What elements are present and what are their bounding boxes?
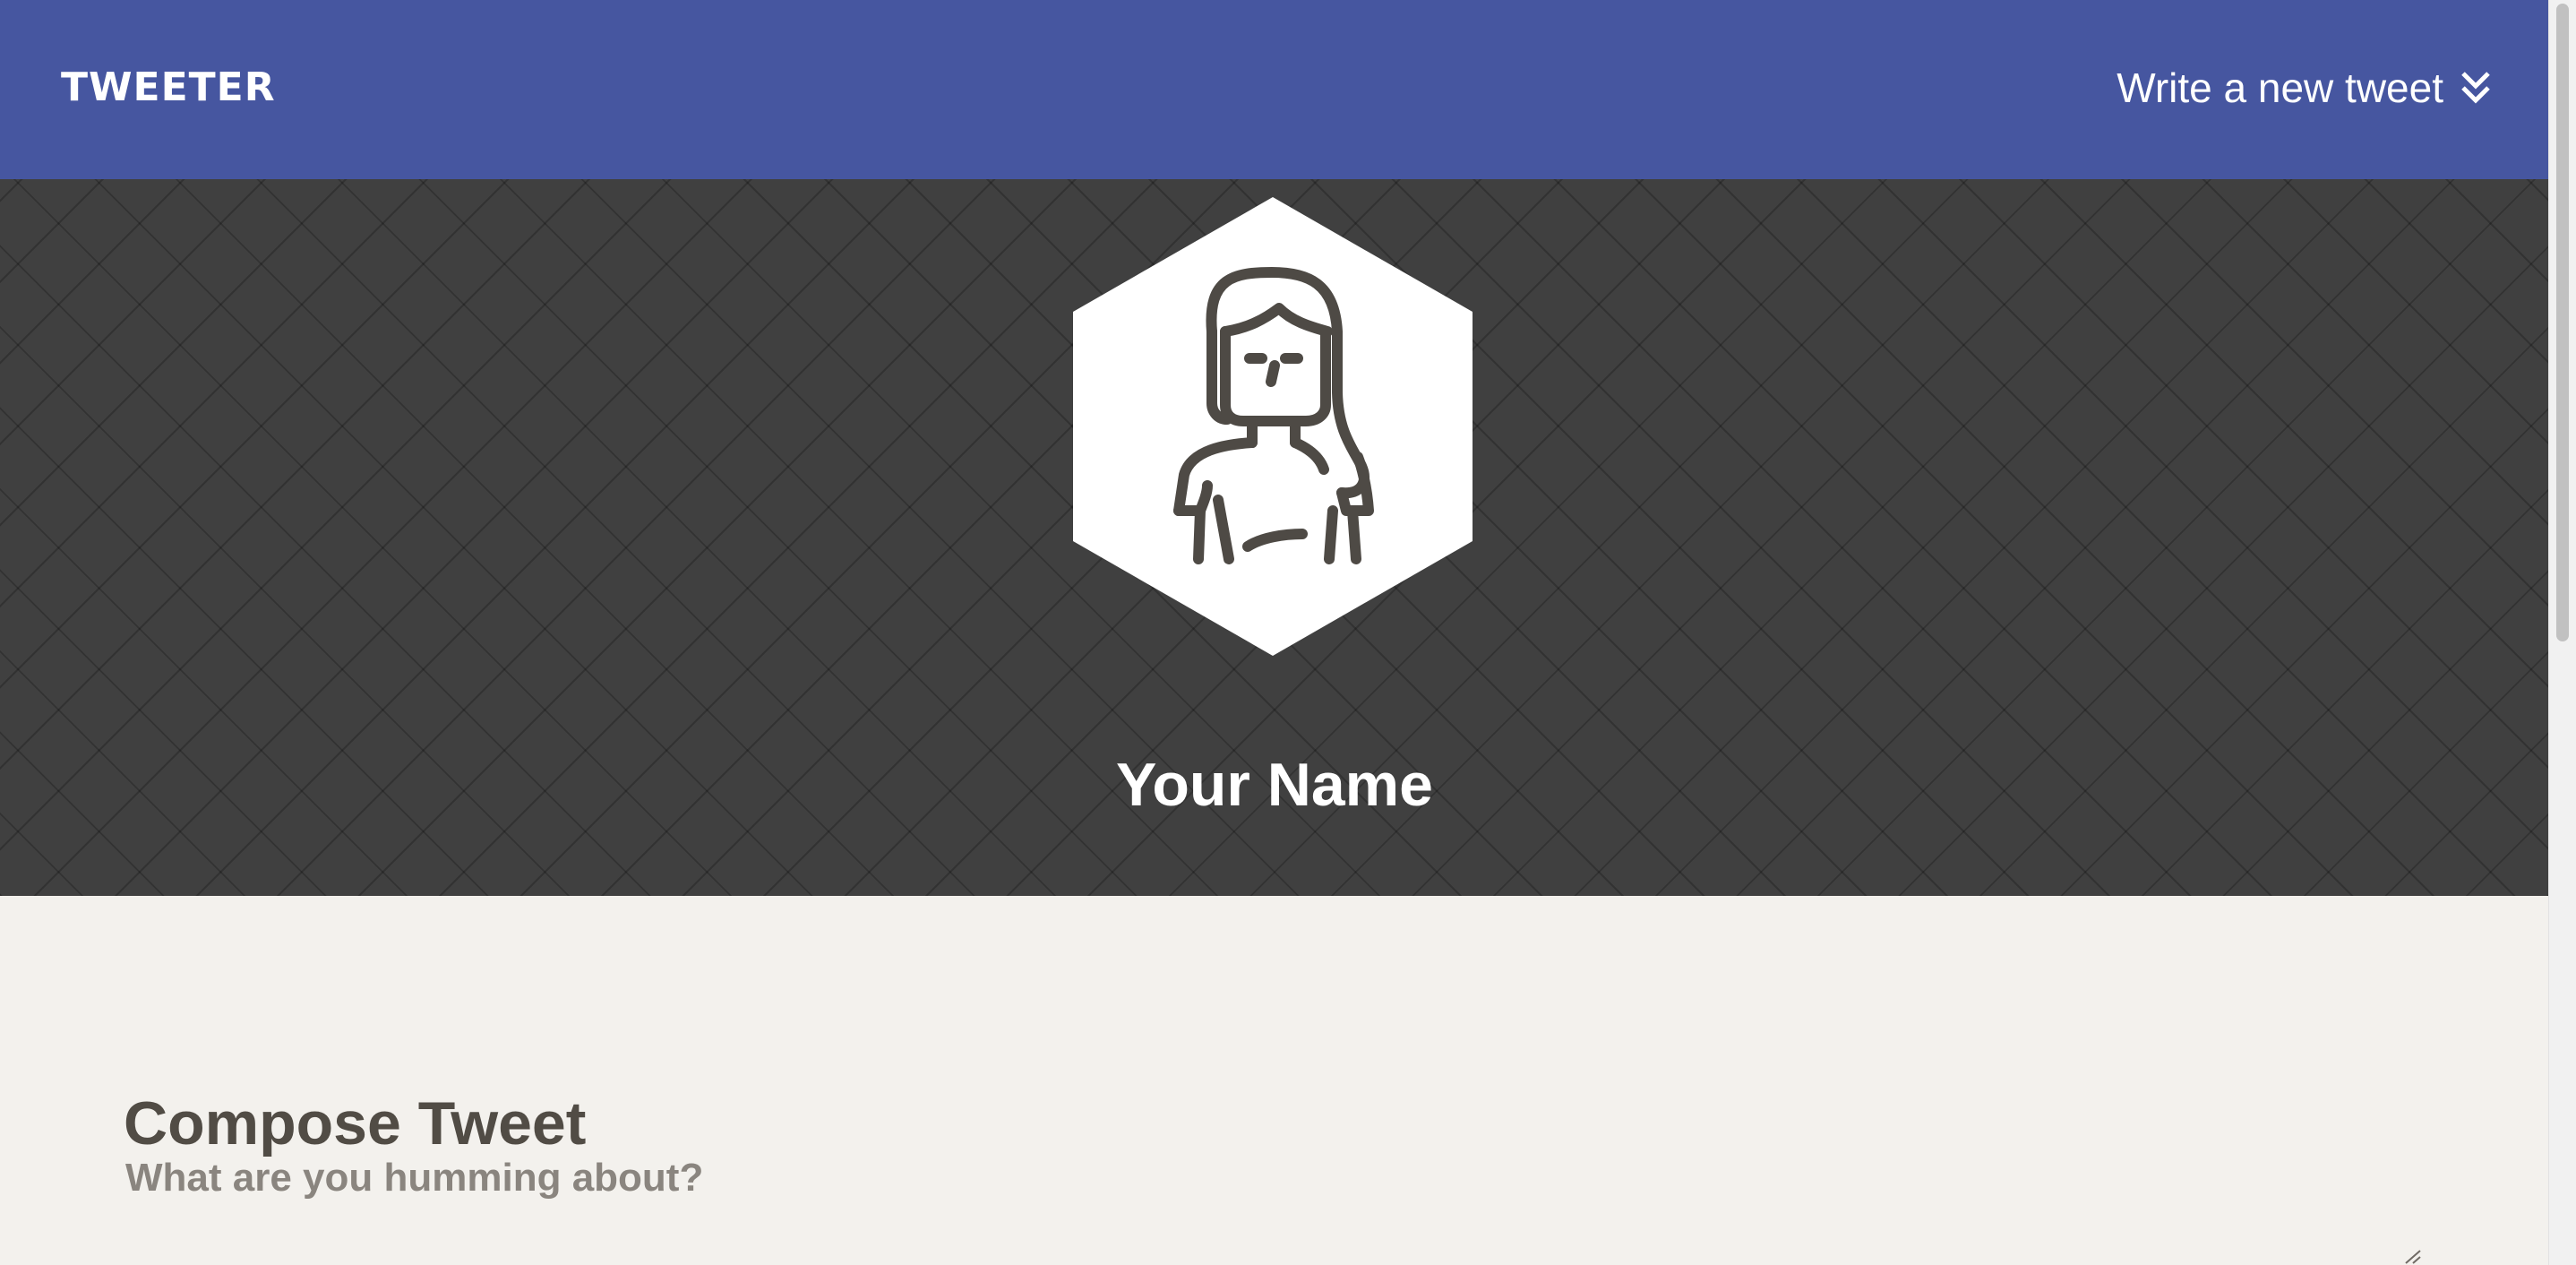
compose-title: Compose Tweet bbox=[124, 1089, 587, 1158]
profile-avatar bbox=[1073, 197, 1473, 656]
page-scrollbar[interactable] bbox=[2548, 0, 2576, 1265]
write-new-tweet-label: Write a new tweet bbox=[2117, 65, 2443, 111]
scrollbar-thumb[interactable] bbox=[2556, 4, 2569, 641]
profile-name: Your Name bbox=[1116, 750, 1433, 819]
compose-section: Compose Tweet bbox=[0, 896, 2549, 1265]
top-nav: TWEETER Write a new tweet bbox=[0, 0, 2549, 179]
tweet-text-input[interactable] bbox=[125, 1156, 2418, 1265]
woman-avatar-icon bbox=[1073, 197, 1473, 656]
write-new-tweet-link[interactable]: Write a new tweet bbox=[2117, 63, 2492, 113]
textarea-resize-handle[interactable] bbox=[2404, 1249, 2422, 1265]
page: TWEETER Write a new tweet Your Name Comp… bbox=[0, 0, 2576, 1265]
double-chevron-down-icon bbox=[2460, 68, 2492, 108]
profile-banner: Your Name bbox=[0, 179, 2549, 896]
brand-logo[interactable]: TWEETER bbox=[61, 65, 276, 111]
